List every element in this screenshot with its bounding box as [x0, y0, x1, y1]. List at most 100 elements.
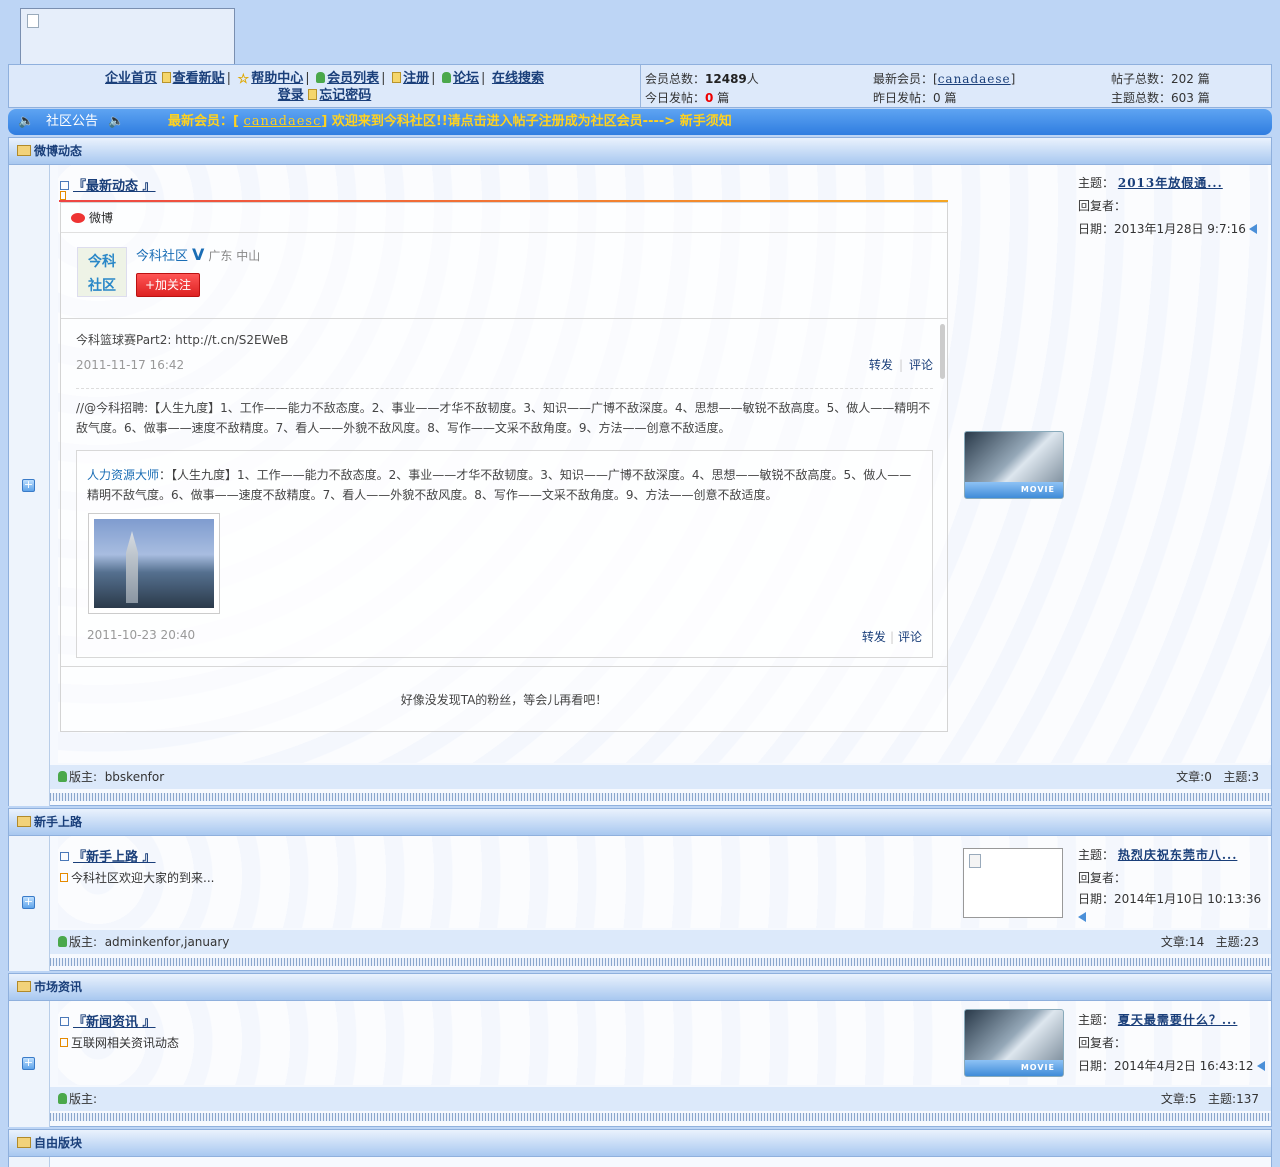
stat-newest-member: 最新会员：[canadaese]	[873, 72, 1016, 86]
moderator-name[interactable]: adminkenfor,january	[105, 935, 230, 949]
forum-image[interactable]	[963, 848, 1063, 918]
star-icon: ☆	[237, 72, 250, 87]
weibo-account-name: 今科社区 V 广东 中山	[136, 245, 260, 264]
forum-section: + 『新手上路 』 今科社区欢迎大家的到来... 主题： 热烈庆祝东莞市八...…	[8, 836, 1272, 971]
nav-login[interactable]: 登录	[278, 88, 304, 103]
repost-link[interactable]: 转发	[862, 630, 886, 644]
follow-button[interactable]: +加关注	[136, 273, 200, 297]
notice-bar: 🔈 社区公告 🔈 最新会员：[ canadaesc] 欢迎来到今科社区!!请点击…	[8, 109, 1272, 135]
site-logo[interactable]	[20, 8, 235, 65]
notice-label: 社区公告	[46, 114, 99, 129]
post-time: 2011-11-17 16:42	[76, 358, 185, 372]
quote-time: 2011-10-23 20:40	[87, 628, 196, 642]
weibo-quote: 人力资源大师：【人生九度】1、工作——能力不敌态度。2、事业——才华不敌韧度。3…	[76, 450, 933, 658]
nav-forgot-password[interactable]: 忘记密码	[319, 88, 371, 103]
weibo-post: 今科篮球赛Part2: http://t.cn/S2EWeB 2011-11-1…	[76, 330, 933, 375]
forum-description: 互联网相关资讯动态	[60, 1034, 179, 1051]
folder-icon	[17, 981, 31, 992]
user-icon	[58, 1093, 67, 1104]
section-header[interactable]: 微博动态	[8, 137, 1272, 165]
expand-icon[interactable]: +	[22, 896, 35, 909]
nav-help[interactable]: 帮助中心	[251, 71, 303, 86]
last-post-info: 主题： 夏天最需要什么？... 回复者： 日期：2014年4月2日 16:43:…	[1078, 1009, 1265, 1078]
forum-image[interactable]: MOVIE	[964, 1009, 1064, 1077]
notice-member-link[interactable]: canadaesc	[243, 114, 321, 129]
nav-new-posts[interactable]: 查看新贴	[173, 71, 225, 86]
go-to-post-icon[interactable]	[1256, 1061, 1265, 1071]
weibo-fans-empty: 好像没发现TA的粉丝，等会儿再看吧！	[61, 666, 947, 732]
doc-icon	[392, 72, 402, 83]
forum-stats: 会员总数：12489人 最新会员：[canadaese] 帖子总数：202 篇 …	[645, 69, 1265, 107]
forum-title-link[interactable]: 『新闻资讯 』	[60, 1011, 156, 1030]
stat-yesterday: 昨日发帖：0 篇	[873, 91, 957, 105]
main-nav: 企业首页 查看新贴 | ☆ 帮助中心 | 会员列表 | 注册 | 论坛 | 在线搜索 登录 …	[9, 65, 641, 107]
user-icon	[58, 936, 67, 947]
divider	[50, 1113, 1271, 1121]
weibo-logo-icon	[71, 213, 85, 223]
forum-status-col	[9, 1157, 50, 1167]
divider	[50, 793, 1271, 801]
speaker-icon: 🔈	[18, 114, 35, 129]
topic-count: 主题:23	[1215, 935, 1259, 949]
user-icon	[58, 771, 67, 782]
post-text: //@今科招聘:【人生九度】1、工作——能力不敌态度。2、事业——才华不敌韧度。…	[76, 401, 931, 435]
forum-title-link[interactable]: 『新手上路 』	[60, 846, 156, 865]
notice-text-link[interactable]: 欢迎来到今科社区!!请点击进入帖子注册成为社区会员---->	[332, 114, 680, 129]
folder-icon	[17, 145, 31, 156]
newest-member-link[interactable]: canadaese	[938, 72, 1011, 86]
topic-count: 主题:137	[1208, 1092, 1259, 1106]
avatar[interactable]: 今科 社区	[77, 247, 127, 297]
forum-section: + 『最新动态 』 微博 今科 社区 今科社区 V 广东 中山 +加关注 今科篮球赛P…	[8, 165, 1272, 806]
expand-icon[interactable]: +	[22, 479, 35, 492]
scrollbar[interactable]	[940, 324, 945, 379]
stat-topics: 主题总数：603 篇	[1111, 91, 1210, 105]
weibo-widget: 微博 今科 社区 今科社区 V 广东 中山 +加关注 今科篮球赛Part2: http…	[59, 191, 948, 732]
forum-title-link[interactable]: 『最新动态 』	[60, 175, 156, 194]
stat-members: 会员总数：12489人	[645, 72, 759, 86]
weibo-post: //@今科招聘:【人生九度】1、工作——能力不敌态度。2、事业——才华不敌韧度。…	[76, 398, 933, 438]
divider	[50, 958, 1271, 966]
forum-description: 今科社区欢迎大家的到来...	[60, 869, 214, 886]
forum-image[interactable]: MOVIE	[964, 431, 1064, 499]
article-count: 文章:14	[1160, 935, 1205, 949]
stat-posts: 帖子总数：202 篇	[1111, 72, 1210, 86]
doc-icon	[60, 191, 66, 200]
notice-guide-link[interactable]: 新手须知	[680, 114, 732, 129]
last-topic-link[interactable]: 热烈庆祝东莞市八...	[1118, 848, 1238, 862]
folder-icon	[17, 816, 31, 827]
expand-icon[interactable]: +	[22, 1057, 35, 1070]
stat-today: 今日发帖：0 篇	[645, 91, 730, 105]
weibo-feed[interactable]: 今科篮球赛Part2: http://t.cn/S2EWeB 2011-11-1…	[61, 320, 947, 666]
moderator-bar: 版主: bbskenfor 文章:0 主题:3	[50, 765, 1271, 789]
forum-icon	[60, 181, 69, 190]
weibo-header: 微博	[61, 203, 947, 233]
weibo-location: 广东 中山	[208, 249, 261, 263]
nav-home[interactable]: 企业首页	[105, 71, 157, 86]
speaker-icon: 🔈	[108, 114, 125, 129]
go-to-post-icon[interactable]	[1248, 224, 1257, 234]
repost-link[interactable]: 转发	[869, 358, 893, 372]
section-header[interactable]: 市场资讯	[8, 973, 1272, 1001]
section-header[interactable]: 自由版块	[8, 1129, 1272, 1157]
section-header[interactable]: 新手上路	[8, 808, 1272, 836]
nav-forum[interactable]: 论坛	[453, 71, 479, 86]
last-topic-link[interactable]: 2013年放假通...	[1118, 176, 1223, 190]
comment-link[interactable]: 评论	[909, 358, 933, 372]
nav-member-list[interactable]: 会员列表	[327, 71, 379, 86]
quote-author-link[interactable]: 人力资源大师	[87, 468, 159, 482]
forum-section: + 『新闻资讯 』 互联网相关资讯动态 MOVIE 主题： 夏天最需要什么？..…	[8, 1001, 1272, 1127]
nav-search[interactable]: 在线搜索	[492, 71, 544, 86]
go-to-post-icon[interactable]	[1078, 912, 1086, 922]
broken-image-icon	[969, 854, 981, 868]
forum-icon	[60, 1017, 69, 1026]
nav-register[interactable]: 注册	[403, 71, 429, 86]
moderator-bar: 版主: adminkenfor,january 文章:14 主题:23	[50, 930, 1271, 954]
moderator-name[interactable]: bbskenfor	[105, 770, 165, 784]
last-topic-link[interactable]: 夏天最需要什么？...	[1118, 1013, 1238, 1027]
post-image[interactable]	[88, 513, 220, 614]
broken-image-icon	[27, 14, 39, 28]
movie-badge: MOVIE	[965, 1060, 1063, 1076]
weibo-name-link[interactable]: 今科社区	[136, 249, 188, 264]
doc-icon	[60, 873, 68, 882]
comment-link[interactable]: 评论	[898, 630, 922, 644]
